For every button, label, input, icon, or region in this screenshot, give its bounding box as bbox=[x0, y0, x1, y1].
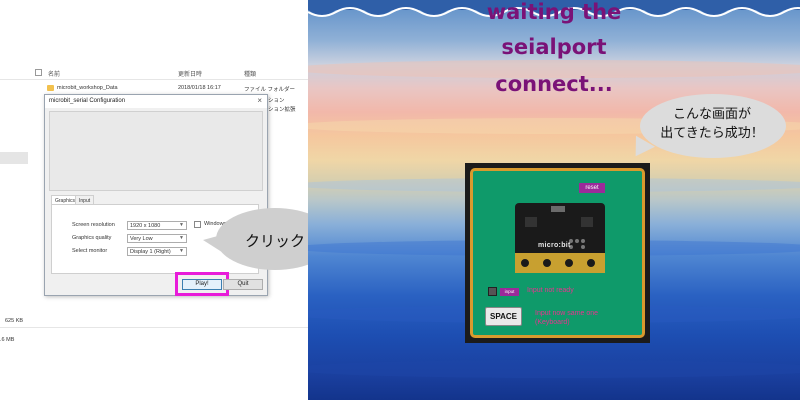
column-type[interactable]: 種類 bbox=[244, 69, 256, 78]
file-row[interactable]: microbit_workshop_Data 2018/01/18 16:17 … bbox=[0, 84, 308, 93]
divider bbox=[0, 327, 308, 328]
file-list-header: 名前 更新日時 種類 bbox=[0, 66, 308, 80]
success-callout-line-2: 出てきたら成功！ bbox=[660, 125, 764, 140]
select-all-checkbox[interactable] bbox=[35, 69, 42, 76]
space-description: Input now same one (Keyboard) bbox=[535, 309, 598, 327]
play-button[interactable]: Play! bbox=[182, 279, 222, 290]
graphics-quality-select[interactable]: Very Low ▼ bbox=[127, 234, 187, 243]
status-title-line-2: seialport bbox=[501, 35, 607, 59]
file-type: ション拡張 bbox=[268, 107, 296, 113]
file-type: ション bbox=[268, 98, 285, 104]
space-key-button[interactable]: SPACE bbox=[485, 307, 522, 326]
chevron-down-icon: ▼ bbox=[179, 248, 184, 254]
chevron-down-icon: ▼ bbox=[179, 235, 184, 241]
dialog-titlebar[interactable]: microbit_serial Configuration × bbox=[45, 95, 267, 108]
game-screen: waiting the seialport connect... こんな画面が … bbox=[308, 0, 800, 400]
configuration-dialog: microbit_serial Configuration × Graphics… bbox=[44, 94, 268, 296]
file-date: 2018/01/18 16:17 bbox=[178, 85, 221, 91]
windowed-checkbox[interactable] bbox=[194, 221, 201, 228]
column-date[interactable]: 更新日時 bbox=[178, 69, 202, 78]
quit-button[interactable]: Quit bbox=[223, 279, 263, 290]
screenshot-composite: 名前 更新日時 種類 microbit_workshop_Data 2018/0… bbox=[0, 0, 800, 400]
folder-icon bbox=[47, 85, 54, 91]
screen-resolution-label: Screen resolution bbox=[72, 222, 115, 228]
nav-pane-selected-item[interactable] bbox=[0, 152, 28, 164]
column-name[interactable]: 名前 bbox=[48, 69, 60, 78]
file-type: ファイル フォルダー bbox=[244, 87, 296, 93]
reset-button[interactable]: reset bbox=[579, 183, 605, 193]
space-description-line-2: (Keyboard) bbox=[535, 319, 570, 326]
paint-stroke bbox=[308, 360, 800, 378]
input-description: Input not ready bbox=[527, 287, 574, 294]
input-indicator-icon bbox=[488, 287, 497, 296]
input-button[interactable]: input bbox=[500, 288, 519, 296]
file-size: 625 KB bbox=[5, 318, 24, 324]
dialog-title: microbit_serial Configuration bbox=[49, 98, 126, 104]
status-title-line-1: waiting the bbox=[486, 0, 622, 24]
banner-preview bbox=[49, 111, 263, 191]
file-name: microbit_workshop_Data bbox=[57, 85, 118, 91]
click-callout-text: クリック bbox=[244, 233, 305, 250]
space-description-line-1: Input now same one bbox=[535, 310, 599, 317]
microbit-board-icon bbox=[515, 203, 605, 273]
file-size: .6 MB bbox=[0, 337, 15, 343]
microbit-label: micro:bit bbox=[538, 242, 571, 249]
screen-resolution-select[interactable]: 1920 x 1080 ▼ bbox=[127, 221, 187, 230]
graphics-quality-label: Graphics quality bbox=[72, 235, 112, 241]
close-icon[interactable]: × bbox=[257, 96, 262, 105]
success-callout-text: こんな画面が 出てきたら成功！ bbox=[644, 104, 780, 142]
select-monitor-label: Select monitor bbox=[72, 248, 108, 254]
success-callout-line-1: こんな画面が bbox=[672, 106, 751, 121]
status-title-line-3: connect... bbox=[495, 72, 613, 96]
explorer-window: 名前 更新日時 種類 microbit_workshop_Data 2018/0… bbox=[0, 0, 308, 400]
chevron-down-icon: ▼ bbox=[179, 222, 184, 228]
select-monitor-select[interactable]: Display 1 (Right) ▼ bbox=[127, 247, 187, 256]
